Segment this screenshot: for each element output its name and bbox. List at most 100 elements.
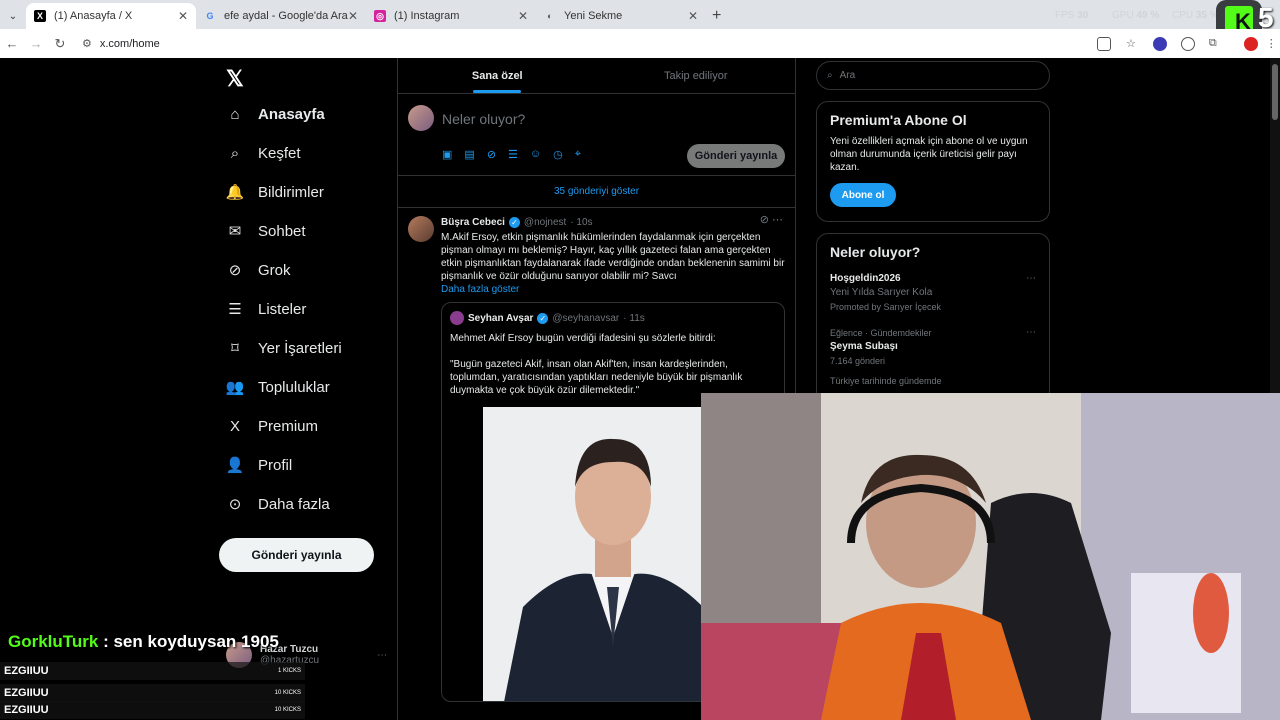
avatar[interactable] bbox=[408, 216, 434, 242]
x-logo-icon[interactable]: 𝕏 bbox=[226, 66, 244, 92]
sidebar-item-3[interactable]: 🔔 Bildirimler bbox=[225, 183, 324, 202]
tweet-time: · 10s bbox=[570, 217, 593, 228]
trend-item[interactable]: Eğlence · Gündemdekiler Şeyma Subaşı 7.1… bbox=[830, 326, 1036, 368]
more-options-icon[interactable]: ⋯ bbox=[377, 650, 387, 661]
sidebar-item-5[interactable]: ⊘ Grok bbox=[226, 261, 291, 280]
tab-for-you[interactable]: Sana özel bbox=[398, 58, 597, 93]
more-options-icon[interactable]: ⋯ bbox=[1026, 326, 1036, 340]
quote-time: · 11s bbox=[623, 312, 645, 324]
browser-tab[interactable]: X (1) Anasayfa / X ✕ bbox=[26, 3, 196, 29]
google-favicon-icon: G bbox=[206, 11, 214, 21]
more-options-icon[interactable]: ⊘ ⋯ bbox=[760, 214, 783, 227]
compose-toolbar: ▣ ▤ ⊘ ☰ ☺ ◷ ⌖ bbox=[442, 148, 581, 161]
tab-title: efe aydal - Google'da Ara bbox=[224, 10, 348, 22]
show-new-posts[interactable]: 35 gönderiyi göster bbox=[398, 176, 795, 208]
chrome-favicon-icon: ◐ bbox=[547, 11, 553, 21]
search-input[interactable]: ⌕ Ara bbox=[816, 61, 1050, 90]
reload-icon[interactable]: ↻ bbox=[48, 36, 72, 52]
gif-icon[interactable]: ▤ bbox=[464, 148, 474, 161]
puzzle-icon[interactable]: ⧉ bbox=[1209, 37, 1217, 50]
close-tab-icon[interactable]: ✕ bbox=[178, 9, 188, 23]
sidebar-item-4[interactable]: ✉ Sohbet bbox=[226, 222, 306, 241]
bell-icon: 🔔 bbox=[225, 184, 245, 201]
quote-text-2: "Bugün gazeteci Akif, insan olan Akif'te… bbox=[450, 359, 743, 396]
tab-search-button[interactable]: ⌄ bbox=[0, 3, 26, 29]
address-bar: ← → ↻ ⚙ x.com/home ☆ ⧉ ⋮ bbox=[0, 29, 1280, 58]
verified-icon: ✓ bbox=[508, 217, 520, 228]
feed-tabs: Sana özel Takip ediliyor bbox=[398, 58, 795, 94]
sidebar-item-7[interactable]: ⌑ Yer İşaretleri bbox=[226, 339, 342, 358]
sidebar-item-label: Keşfet bbox=[258, 144, 301, 162]
menu-icon[interactable]: ⋮ bbox=[1266, 37, 1277, 50]
sidebar-item-2[interactable]: ⌕ Keşfet bbox=[226, 144, 301, 162]
extension-icon[interactable] bbox=[1180, 36, 1195, 51]
quote-author-handle: @seyhanavsar bbox=[552, 312, 620, 324]
tab-title: (1) Anasayfa / X bbox=[54, 10, 133, 22]
sidebar-item-9[interactable]: X Premium bbox=[226, 417, 318, 435]
browser-tab[interactable]: ◐ Yeni Sekme ✕ bbox=[536, 3, 706, 29]
search-icon: ⌕ bbox=[230, 144, 240, 162]
image-icon[interactable]: ▣ bbox=[442, 148, 452, 161]
community-icon: 👥 bbox=[225, 379, 245, 396]
sidebar-item-10[interactable]: 👤 Profil bbox=[226, 456, 293, 475]
url-text: x.com/home bbox=[99, 37, 160, 50]
close-tab-icon[interactable]: ✕ bbox=[688, 9, 698, 23]
x-sidebar: 𝕏 ⌂ Anasayfa ⌕ Keşfet 🔔 Bildirimler ✉ Sohbet ⊘ Gr… bbox=[218, 58, 396, 720]
tab-title: (1) Instagram bbox=[394, 10, 460, 22]
avatar[interactable] bbox=[408, 105, 434, 131]
schedule-icon[interactable]: ◷ bbox=[553, 148, 563, 161]
more-options-icon[interactable]: ⋯ bbox=[1026, 272, 1036, 286]
install-app-icon[interactable] bbox=[1097, 36, 1111, 51]
verified-icon: ✓ bbox=[537, 312, 549, 324]
scrollbar-thumb[interactable] bbox=[1272, 64, 1278, 120]
star-icon[interactable]: ☆ bbox=[1126, 37, 1136, 50]
premium-card: Premium'a Abone Ol Yeni özellikleri açma… bbox=[816, 101, 1050, 222]
promoted-label: Promoted by Sarıyer İçecek bbox=[830, 302, 942, 312]
browser-tab[interactable]: ◎ (1) Instagram ✕ bbox=[366, 3, 536, 29]
profile-avatar-icon[interactable] bbox=[1243, 36, 1258, 51]
back-icon[interactable]: ← bbox=[0, 36, 24, 51]
mail-icon: ✉ bbox=[228, 223, 242, 240]
tab-following[interactable]: Takip ediliyor bbox=[597, 58, 796, 93]
sidebar-item-label: Daha fazla bbox=[258, 495, 330, 513]
compose-input[interactable]: Neler oluyor? bbox=[442, 111, 525, 127]
instagram-favicon-icon: ◎ bbox=[374, 10, 386, 22]
sidebar-item-label: Listeler bbox=[258, 300, 307, 318]
show-more-link[interactable]: Daha fazla göster bbox=[441, 283, 785, 296]
trend-subtitle: Yeni Yılda Sarıyer Kola bbox=[830, 287, 933, 298]
url-field[interactable]: ⚙ x.com/home bbox=[82, 37, 1092, 51]
forward-icon[interactable]: → bbox=[24, 36, 48, 51]
close-tab-icon[interactable]: ✕ bbox=[348, 9, 358, 23]
chat-username: GorkluTurk bbox=[8, 632, 99, 651]
perf-gpu: GPU 49 % bbox=[1112, 10, 1160, 21]
post-button[interactable]: Gönderi yayınla bbox=[219, 538, 374, 572]
sidebar-item-6[interactable]: ☰ Listeler bbox=[226, 300, 307, 319]
poll-icon[interactable]: ☰ bbox=[508, 148, 518, 161]
kick-amount: 10 KICKS bbox=[274, 707, 301, 713]
new-tab-button[interactable]: + bbox=[712, 3, 721, 29]
trend-item[interactable]: Hoşgeldin2026 Yeni Yılda Sarıyer Kola Pr… bbox=[830, 272, 1036, 314]
subscribe-button[interactable]: Abone ol bbox=[830, 183, 896, 207]
premium-text: Yeni özellikleri açmak için abone ol ve … bbox=[830, 136, 1028, 173]
search-icon: ⌕ bbox=[827, 70, 833, 81]
location-icon[interactable]: ⌖ bbox=[575, 148, 581, 161]
site-info-icon[interactable]: ⚙ bbox=[82, 37, 92, 50]
extension-icon[interactable] bbox=[1152, 36, 1167, 51]
sidebar-item-1[interactable]: ⌂ Anasayfa bbox=[226, 105, 324, 123]
kick-amount: 1 KICKS bbox=[277, 668, 301, 674]
browser-tab[interactable]: G efe aydal - Google'da Ara ✕ bbox=[196, 3, 366, 29]
grok-icon: ⊘ bbox=[228, 262, 242, 279]
author-name[interactable]: Büşra Cebeci bbox=[441, 216, 505, 229]
close-tab-icon[interactable]: ✕ bbox=[518, 9, 528, 23]
emoji-icon[interactable]: ☺ bbox=[530, 148, 541, 161]
trend-count: 7.164 gönderi bbox=[830, 356, 886, 366]
sidebar-item-11[interactable]: ⊙ Daha fazla bbox=[226, 495, 330, 514]
donor-name: EZGIIUU bbox=[4, 704, 49, 716]
sidebar-item-8[interactable]: 👥 Topluluklar bbox=[225, 378, 330, 397]
trend-category: Eğlence · Gündemdekiler bbox=[830, 328, 932, 338]
quote-author-name: Seyhan Avşar bbox=[468, 312, 534, 324]
author-handle[interactable]: @nojnest bbox=[524, 216, 566, 229]
sidebar-item-label: Sohbet bbox=[258, 222, 306, 240]
publish-button[interactable]: Gönderi yayınla bbox=[687, 144, 785, 168]
grok-icon[interactable]: ⊘ bbox=[487, 148, 496, 161]
